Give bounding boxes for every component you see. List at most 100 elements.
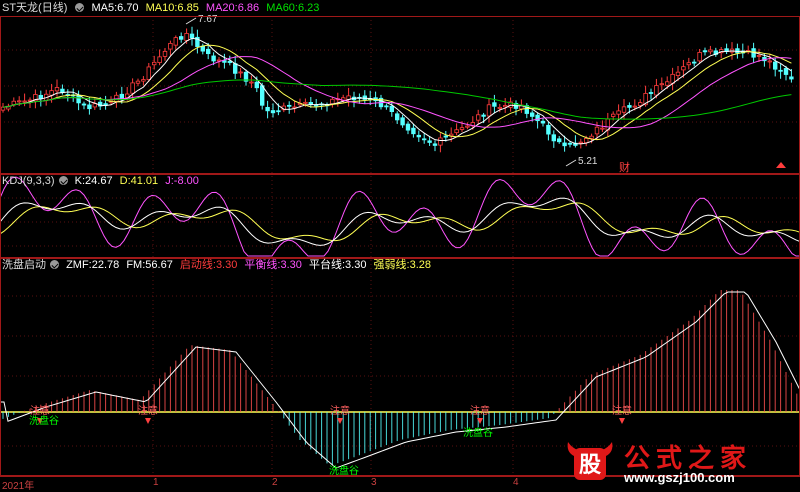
signal-zhuyi-label: 注意: [138, 404, 158, 417]
candle-body: [778, 69, 783, 72]
candle-body: [600, 127, 605, 130]
candle-body: [611, 113, 616, 117]
zmf-value: 22.78: [91, 259, 120, 271]
ma10-label: MA10:: [145, 2, 178, 14]
price-panel[interactable]: 7.67 5.21 财: [0, 14, 794, 174]
candle-body: [540, 120, 546, 124]
candle-body: [141, 79, 146, 82]
logo-mark-text: 股: [579, 452, 601, 478]
candle-body: [205, 48, 211, 55]
kdj-j-label: J:: [165, 175, 174, 187]
candle-body: [162, 50, 168, 57]
candle-body: [756, 55, 762, 57]
candle-body: [616, 110, 621, 115]
wash-settings-icon[interactable]: [50, 260, 59, 269]
candle-body: [589, 135, 594, 139]
candle-body: [773, 61, 778, 70]
finance-badge: 财: [619, 160, 630, 174]
candle-body: [578, 141, 583, 144]
candle-body: [76, 94, 81, 104]
candle-body: [389, 105, 394, 113]
candle-body: [648, 92, 654, 94]
signal-xipan-label: 洗盘谷: [29, 414, 59, 427]
strong-line-label: 强弱线:: [373, 259, 410, 271]
grid-lines: [0, 16, 800, 477]
candle-body: [584, 138, 589, 144]
candle-body: [330, 98, 335, 105]
wash-title[interactable]: 洗盘启动: [2, 259, 46, 271]
candle-body: [686, 62, 691, 66]
kdj-d-label: D:: [119, 175, 131, 187]
candle-body: [492, 102, 497, 107]
candle-body: [438, 137, 443, 146]
candle-body: [632, 105, 637, 108]
zmf-label: ZMF:: [66, 259, 92, 271]
strong-line-value: 3.28: [409, 259, 431, 271]
candle-body: [384, 105, 389, 108]
candle-body: [232, 63, 238, 74]
ma5-value: 6.70: [117, 2, 139, 14]
candle-body: [286, 104, 292, 107]
candle-body: [416, 134, 421, 138]
candle-body: [551, 134, 556, 142]
candle-body: [465, 125, 470, 128]
watermark-url: www.gszj100.com: [624, 470, 735, 485]
candle-body: [675, 71, 681, 76]
fm-value: 56.67: [145, 259, 173, 271]
candle-body: [697, 52, 702, 62]
balance-line-value: 3.30: [280, 259, 302, 271]
candle-body: [151, 61, 157, 66]
candle-body: [692, 61, 697, 64]
candle-body: [411, 127, 416, 135]
candle-body: [16, 100, 22, 103]
price-legend: ST天龙(日线) MA5:6.70 MA10:6.85 MA20:6.86 MA…: [2, 1, 323, 15]
signal-zhuyi-label: 注意: [470, 404, 490, 417]
platform-line-value: 3.30: [345, 259, 367, 271]
signal-arrow-icon: [145, 418, 151, 424]
candle-body: [157, 56, 162, 63]
signal-arrow-icon: [619, 418, 625, 424]
candle-body: [189, 33, 195, 39]
annotation-pointer: [185, 17, 197, 25]
candle-body: [481, 114, 486, 117]
kdj-k-value: 24.67: [85, 175, 113, 187]
candle-body: [130, 82, 135, 94]
candle-body: [405, 123, 411, 131]
candle-body: [594, 126, 600, 135]
settings-icon[interactable]: [75, 3, 85, 12]
candle-body: [562, 142, 567, 147]
kdj-j-line: [0, 176, 800, 257]
candle-body: [621, 106, 627, 113]
candle-body: [211, 55, 216, 62]
kdj-j-value: -8.00: [173, 175, 199, 187]
kdj-panel[interactable]: [0, 176, 800, 257]
low-price-label: 5.21: [578, 156, 598, 167]
kdj-title[interactable]: KDJ(9,3,3): [2, 175, 55, 187]
candle-body: [789, 76, 794, 80]
ma5-label: MA5:: [91, 2, 118, 14]
start-line-value: 3.30: [215, 259, 238, 271]
candle-body: [767, 60, 772, 63]
ma60-value: 6.23: [297, 2, 320, 14]
candle-body: [659, 83, 664, 86]
candle-body: [54, 87, 60, 92]
candle-body: [184, 33, 189, 41]
candle-body: [173, 37, 178, 46]
chart-canvas[interactable]: 7.675.21 财 注意 注意 注意 注意 注意洗盘谷洗盘谷洗盘谷: [0, 0, 800, 490]
stock-title[interactable]: ST天龙(日线): [2, 2, 67, 14]
ma20-label: MA20:: [205, 2, 238, 14]
candle-body: [81, 103, 87, 106]
candle-body: [735, 48, 740, 54]
candle-body: [427, 140, 432, 143]
candle-body: [443, 135, 448, 138]
signal-zhuyi-label: 注意: [612, 404, 632, 417]
candle-body: [486, 104, 492, 117]
kdj-settings-icon[interactable]: [58, 176, 68, 185]
ma20-value: 6.86: [237, 2, 260, 14]
candle-body: [178, 36, 184, 40]
ma60-label: MA60:: [266, 2, 298, 14]
candle-body: [475, 114, 481, 121]
signal-xipan-label: 洗盘谷: [463, 426, 493, 439]
ma5-line: [2, 37, 792, 145]
candle-body: [303, 101, 308, 104]
